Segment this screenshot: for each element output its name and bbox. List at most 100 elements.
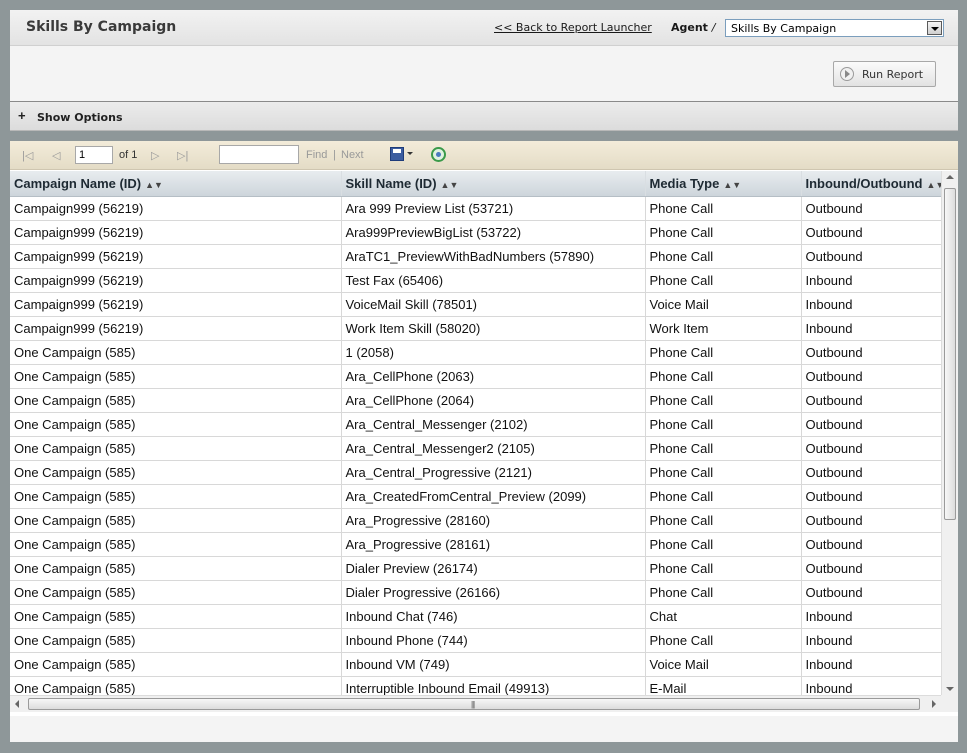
run-report-label: Run Report [862,68,924,81]
cell-campaign: One Campaign (585) [10,508,342,533]
table-row[interactable]: Campaign999 (56219) Ara999PreviewBigList … [10,220,941,245]
cell-direction: Outbound [801,364,941,389]
last-page-icon[interactable]: ▷| [177,149,188,162]
table-row[interactable]: One Campaign (585) Ara_Central_Messenger2… [10,436,941,461]
vertical-scrollbar[interactable] [941,171,958,695]
cell-skill: Work Item Skill (58020) [341,316,646,341]
find-next-link[interactable]: Next [341,149,364,161]
vertical-scroll-thumb[interactable] [944,188,956,520]
cell-direction: Outbound [801,580,941,605]
export-dropdown-icon[interactable] [407,152,413,155]
cell-direction: Inbound [801,652,941,677]
table-row[interactable]: Campaign999 (56219) Test Fax (65406) Phone… [10,268,941,293]
cell-skill: Dialer Preview (26174) [341,556,646,581]
table-row[interactable]: Campaign999 (56219) AraTC1_PreviewWithBad… [10,244,941,269]
table-row[interactable]: One Campaign (585) Inbound Chat (746) Chat… [10,604,941,629]
cell-direction: Inbound [801,676,941,695]
horizontal-scrollbar[interactable]: ||| [10,695,941,712]
cell-direction: Outbound [801,556,941,581]
table-row[interactable]: One Campaign (585) Ara_Central_Progressiv… [10,460,941,485]
scroll-left-icon[interactable] [15,700,19,708]
cell-skill: Test Fax (65406) [341,268,646,293]
cell-media-type: Phone Call [645,436,802,461]
cell-skill: Inbound VM (749) [341,652,646,677]
cell-skill: Inbound Phone (744) [341,628,646,653]
chevron-down-icon[interactable] [927,21,942,35]
column-header-label: Campaign Name (ID) [14,175,142,191]
column-header-direction[interactable]: Inbound/Outbound ▲▼ [801,171,941,197]
cell-skill: Interruptible Inbound Email (49913) [341,676,646,695]
table-header-row: Campaign Name (ID) ▲▼ Skill Name (ID) ▲▼ M… [10,171,941,197]
table-row[interactable]: One Campaign (585) Ara_CellPhone (2063) Ph… [10,364,941,389]
table-row[interactable]: Campaign999 (56219) Ara 999 Preview List … [10,196,941,221]
run-report-button[interactable]: Run Report [833,61,936,87]
report-header: Skills By Campaign << Back to Report Lau… [10,10,958,46]
cell-skill: Ara 999 Preview List (53721) [341,196,646,221]
table-row[interactable]: Campaign999 (56219) Work Item Skill (5802… [10,316,941,341]
cell-media-type: Phone Call [645,556,802,581]
export-icon[interactable] [390,147,404,161]
column-header-campaign[interactable]: Campaign Name (ID) ▲▼ [10,171,342,197]
cell-skill: VoiceMail Skill (78501) [341,292,646,317]
table-row[interactable]: One Campaign (585) Ara_CreatedFromCentral… [10,484,941,509]
cell-direction: Inbound [801,628,941,653]
cell-campaign: One Campaign (585) [10,556,342,581]
cell-direction: Inbound [801,268,941,293]
column-header-media-type[interactable]: Media Type ▲▼ [645,171,802,197]
table-row[interactable]: One Campaign (585) Interruptible Inbound … [10,676,941,695]
page-number-input[interactable] [75,146,113,164]
table-row[interactable]: One Campaign (585) Dialer Preview (26174)… [10,556,941,581]
cell-direction: Outbound [801,412,941,437]
cell-skill: AraTC1_PreviewWithBadNumbers (57890) [341,244,646,269]
next-page-icon[interactable]: ▷ [151,149,159,162]
table-row[interactable]: One Campaign (585) Ara_CellPhone (2064) Ph… [10,388,941,413]
cell-skill: 1 (2058) [341,340,646,365]
refresh-icon[interactable] [431,147,446,162]
cell-media-type: Phone Call [645,412,802,437]
scroll-down-icon[interactable] [946,687,954,691]
find-input[interactable] [219,145,299,164]
column-header-label: Inbound/Outbound [805,175,923,191]
find-link[interactable]: Find [306,149,327,161]
cell-campaign: One Campaign (585) [10,364,342,389]
scroll-right-icon[interactable] [932,700,936,708]
previous-page-icon[interactable]: ◁ [52,149,60,162]
cell-campaign: One Campaign (585) [10,436,342,461]
horizontal-scroll-thumb[interactable]: ||| [28,698,920,710]
show-options-label[interactable]: Show Options [37,111,123,124]
table-row[interactable]: Campaign999 (56219) VoiceMail Skill (7850… [10,292,941,317]
cell-direction: Outbound [801,484,941,509]
table-row[interactable]: One Campaign (585) Dialer Progressive (26… [10,580,941,605]
cell-skill: Ara_CellPhone (2064) [341,388,646,413]
sort-icon[interactable]: ▲▼ [441,180,459,190]
cell-direction: Outbound [801,388,941,413]
table-row[interactable]: One Campaign (585) Inbound Phone (744) Pho… [10,628,941,653]
sort-icon[interactable]: ▲▼ [723,180,741,190]
table-row[interactable]: One Campaign (585) Ara_Central_Messenger … [10,412,941,437]
column-header-skill[interactable]: Skill Name (ID) ▲▼ [341,171,646,197]
agent-separator: / [711,21,716,34]
cell-direction: Outbound [801,220,941,245]
report-select[interactable]: Skills By Campaign [725,19,944,37]
back-to-launcher-link[interactable]: << Back to Report Launcher [494,21,652,34]
sort-icon[interactable]: ▲▼ [926,180,941,190]
cell-skill: Dialer Progressive (26166) [341,580,646,605]
report-select-value: Skills By Campaign [731,22,837,35]
cell-media-type: Phone Call [645,220,802,245]
scroll-up-icon[interactable] [946,175,954,179]
cell-direction: Inbound [801,604,941,629]
table-row[interactable]: One Campaign (585) Ara_Progressive (28161… [10,532,941,557]
table-row[interactable]: One Campaign (585) Inbound VM (749) Voice … [10,652,941,677]
cell-campaign: Campaign999 (56219) [10,292,342,317]
cell-media-type: Phone Call [645,580,802,605]
cell-campaign: One Campaign (585) [10,532,342,557]
cell-direction: Outbound [801,340,941,365]
find-separator: | [333,149,336,161]
show-options-bar[interactable]: + Show Options [10,102,958,131]
table-row[interactable]: One Campaign (585) Ara_Progressive (28160… [10,508,941,533]
table-row[interactable]: One Campaign (585) 1 (2058) Phone Call Outb… [10,340,941,365]
expand-icon[interactable]: + [18,108,26,123]
cell-media-type: E-Mail [645,676,802,695]
first-page-icon[interactable]: |◁ [22,149,33,162]
sort-icon[interactable]: ▲▼ [145,180,163,190]
